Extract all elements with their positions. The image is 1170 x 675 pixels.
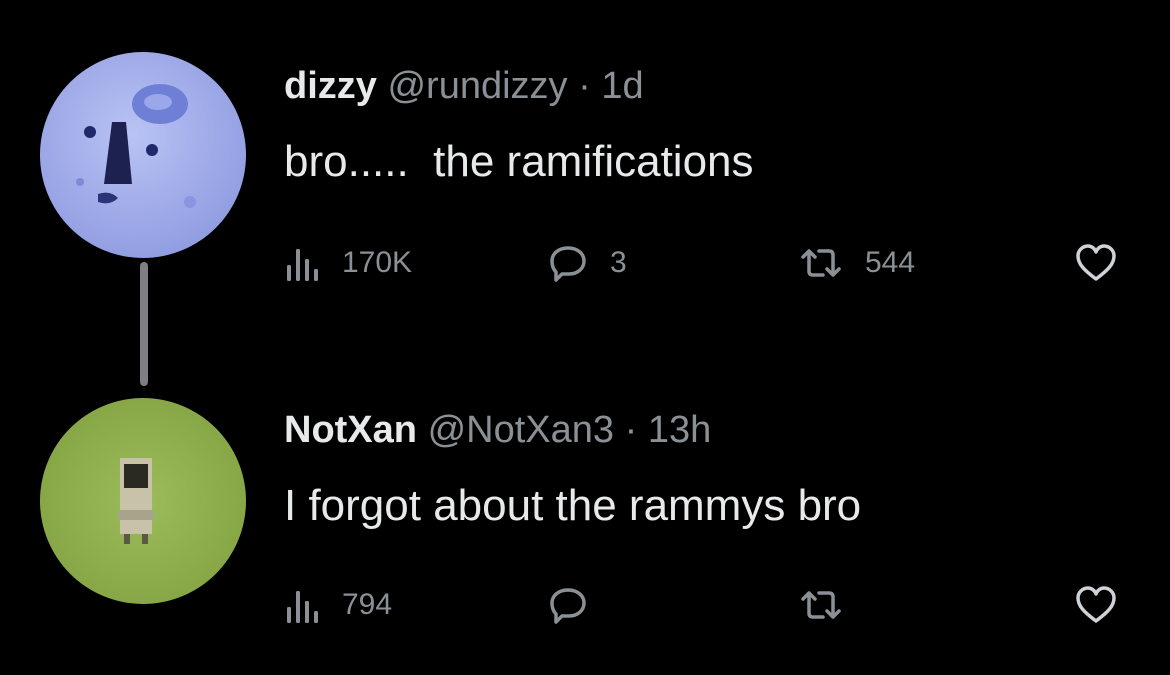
- retweet-count: 544: [865, 246, 916, 279]
- tweet-header: dizzy @rundizzy · 1d: [284, 64, 644, 108]
- retweet-button[interactable]: [799, 580, 865, 630]
- reply-button[interactable]: [548, 580, 610, 630]
- user-handle[interactable]: @NotXan3: [428, 409, 614, 451]
- separator-dot: ·: [624, 409, 638, 451]
- like-button[interactable]: [1074, 238, 1118, 288]
- tweet-text: I forgot about the rammys bro: [284, 481, 862, 530]
- views-icon: [287, 591, 318, 623]
- tweet-notxan[interactable]: NotXan @NotXan3 · 13h I forgot about the…: [0, 380, 1170, 675]
- reply-icon: [550, 246, 586, 282]
- retweet-icon: [801, 249, 841, 277]
- tweet-header: NotXan @NotXan3 · 13h: [284, 408, 711, 452]
- like-icon: [1076, 586, 1116, 623]
- views-button[interactable]: 170K: [284, 238, 412, 288]
- avatar-notxan-image: [40, 398, 246, 604]
- reply-icon: [550, 588, 586, 624]
- views-count: 794: [342, 588, 393, 621]
- views-button[interactable]: 794: [284, 580, 392, 630]
- reply-button[interactable]: 3: [548, 238, 627, 288]
- separator-dot: ·: [578, 65, 591, 107]
- avatar-dizzy[interactable]: [40, 52, 246, 258]
- thread-connector: [140, 262, 148, 386]
- user-handle[interactable]: @rundizzy: [387, 65, 567, 107]
- tweet-text: bro..... the ramifications: [284, 137, 754, 186]
- reply-count: 3: [610, 246, 627, 279]
- like-icon: [1076, 244, 1116, 281]
- avatar-notxan[interactable]: [40, 398, 246, 604]
- timestamp[interactable]: 13h: [648, 409, 711, 451]
- views-count: 170K: [342, 246, 413, 279]
- display-name[interactable]: dizzy: [284, 65, 377, 107]
- timestamp[interactable]: 1d: [601, 65, 643, 107]
- tweet-actions: 794: [284, 580, 1144, 630]
- display-name[interactable]: NotXan: [284, 409, 417, 451]
- tweet-actions: 170K 3 544: [284, 238, 1144, 288]
- retweet-button[interactable]: 544: [799, 238, 915, 288]
- views-icon: [287, 249, 318, 281]
- retweet-icon: [801, 591, 841, 619]
- like-button[interactable]: [1074, 580, 1118, 630]
- avatar-dizzy-image: [40, 52, 246, 258]
- tweet-dizzy[interactable]: dizzy @rundizzy · 1d bro..... the ramifi…: [0, 0, 1170, 386]
